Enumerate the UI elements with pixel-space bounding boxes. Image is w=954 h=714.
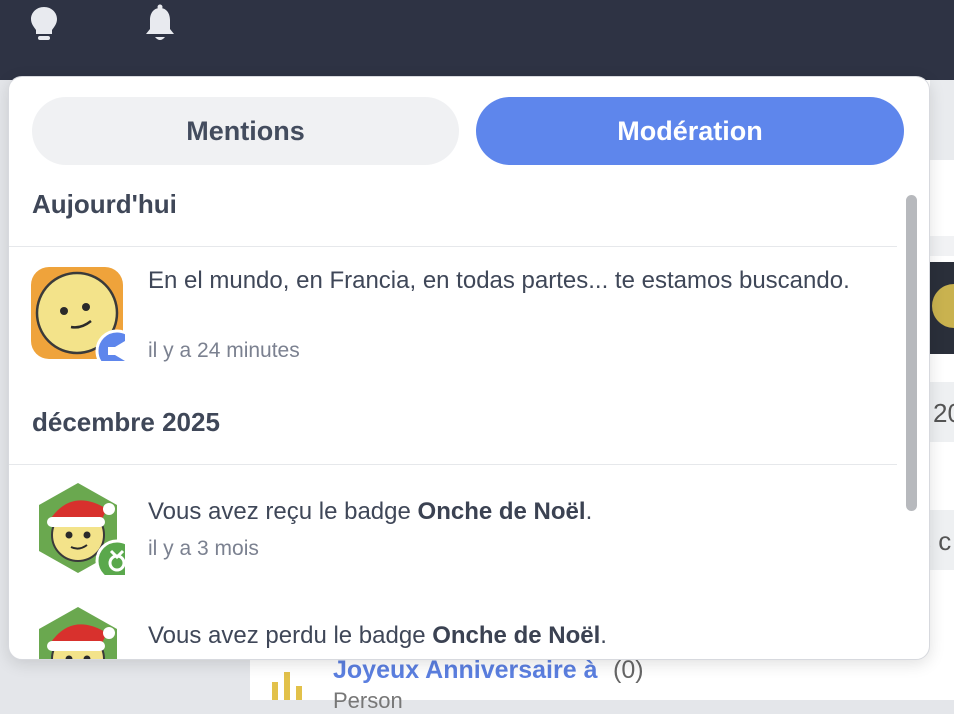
- notification-text: Vous avez perdu le badge Onche de Noël.: [148, 619, 868, 653]
- notification-text-prefix: Vous avez reçu le badge: [148, 498, 418, 525]
- notification-text-prefix: Vous avez perdu le badge: [148, 622, 433, 649]
- top-navigation-bar: [0, 0, 954, 80]
- notification-item[interactable]: Vous avez perdu le badge Onche de Noël.: [9, 605, 897, 659]
- background-avatar: [930, 262, 954, 354]
- scrollbar[interactable]: [906, 195, 917, 511]
- notification-time: il y a 24 minutes: [148, 339, 300, 362]
- chart-icon: [272, 672, 302, 700]
- badge-name: Onche de Noël: [417, 498, 586, 525]
- background-strip: [930, 236, 954, 256]
- notification-text-suffix: .: [600, 622, 607, 649]
- divider: [9, 464, 897, 465]
- background-strip: [930, 80, 954, 160]
- birthday-link[interactable]: Joyeux Anniversaire à: [333, 656, 598, 685]
- tab-moderation[interactable]: Modération: [476, 97, 904, 165]
- notification-time: il y a 3 mois: [148, 537, 259, 560]
- notification-text: Vous avez reçu le badge Onche de Noël.: [148, 495, 868, 529]
- notification-text-suffix: .: [585, 498, 593, 525]
- lightbulb-icon[interactable]: [26, 4, 62, 44]
- bell-icon[interactable]: [142, 4, 178, 44]
- birthday-count: (0): [613, 656, 644, 684]
- user-avatar: [31, 267, 125, 361]
- notification-item[interactable]: Vous avez reçu le badge Onche de Noël. i…: [9, 481, 897, 591]
- notification-item[interactable]: En el mundo, en Francia, en todas partes…: [9, 267, 897, 377]
- background-year-fragment: 20: [933, 398, 954, 428]
- divider: [9, 246, 897, 247]
- badge-avatar: [39, 483, 125, 575]
- section-header-today: Aujourd'hui: [32, 189, 177, 219]
- section-header-december: décembre 2025: [32, 407, 220, 437]
- background-subtext: Person: [333, 688, 403, 713]
- notification-text: En el mundo, en Francia, en todas partes…: [148, 267, 850, 294]
- badge-name: Onche de Noël: [432, 622, 601, 649]
- notifications-popup: Mentions Modération Aujourd'hui En el mu…: [8, 76, 930, 660]
- badge-avatar: [39, 607, 117, 659]
- tab-mentions[interactable]: Mentions: [32, 97, 459, 165]
